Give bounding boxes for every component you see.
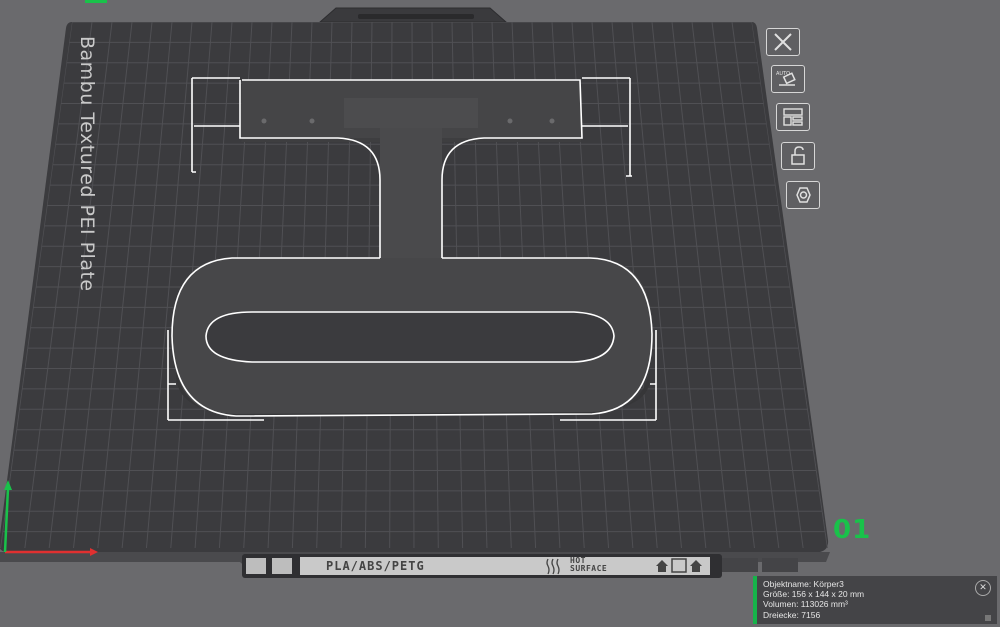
strip-cell bbox=[762, 558, 798, 572]
hot-surface-label: HOT SURFACE bbox=[570, 557, 607, 573]
strip-cell bbox=[246, 558, 266, 574]
object-info-panel: Objektname: Körper3 Größe: 156 x 144 x 2… bbox=[753, 576, 997, 624]
object-volume: Volumen: 113026 mm³ bbox=[763, 599, 848, 610]
auto-orient-button[interactable]: AUTO bbox=[771, 65, 805, 93]
delete-plate-button[interactable] bbox=[766, 28, 800, 56]
object-size: Größe: 156 x 144 x 20 mm bbox=[763, 589, 865, 600]
object-triangles: Dreiecke: 7156 bbox=[763, 609, 821, 620]
hex-nut-icon bbox=[796, 187, 811, 203]
plate-tab-slot bbox=[358, 14, 474, 19]
object-name: Objektname: Körper3 bbox=[763, 579, 844, 589]
unlock-icon bbox=[791, 146, 805, 165]
arrange-button[interactable] bbox=[776, 103, 810, 131]
auto-orient-icon: AUTO bbox=[776, 71, 796, 86]
plate-number: 01 bbox=[833, 515, 872, 545]
plate-type-label: Bambu Textured PEI Plate bbox=[76, 36, 98, 292]
strip-cell bbox=[722, 558, 758, 572]
lock-plate-button[interactable] bbox=[781, 142, 815, 170]
auto-badge: AUTO bbox=[776, 71, 790, 77]
top-left-marker bbox=[85, 0, 107, 3]
hot-surface-line2: SURFACE bbox=[570, 564, 608, 573]
material-compatibility-label: PLA/ABS/PETG bbox=[326, 559, 425, 573]
close-info-icon[interactable]: ✕ bbox=[975, 580, 991, 596]
resize-handle[interactable] bbox=[985, 615, 991, 621]
arrange-icon bbox=[783, 108, 803, 126]
plate-settings-button[interactable] bbox=[786, 181, 820, 209]
close-icon bbox=[774, 33, 792, 51]
strip-cell bbox=[272, 558, 292, 574]
